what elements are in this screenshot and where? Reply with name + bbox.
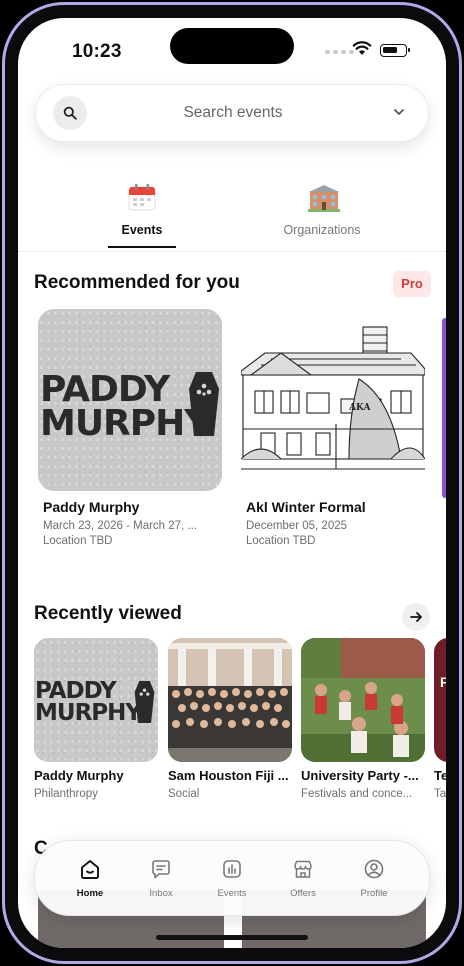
- chevron-down-icon[interactable]: [392, 105, 406, 119]
- coffin-icon: [134, 681, 155, 723]
- nav-inbox[interactable]: Inbox: [126, 841, 196, 917]
- nav-offers[interactable]: Offers: [268, 841, 338, 917]
- event-image: F: [434, 638, 446, 762]
- recent-card[interactable]: Sam Houston Fiji ... Social: [168, 638, 292, 800]
- event-title: Paddy Murphy: [43, 499, 140, 515]
- recommended-card[interactable]: AKA Akl Winter Formal December 05, 2025 …: [241, 309, 425, 547]
- party-photo: [301, 638, 425, 762]
- device: 10:23 Search events Events Organizations…: [0, 0, 464, 966]
- arrow-right-icon: [410, 612, 422, 622]
- chat-icon: [152, 860, 170, 879]
- event-date: December 05, 2025: [246, 520, 348, 532]
- chart-icon: [223, 860, 241, 878]
- see-all-button[interactable]: [402, 603, 430, 631]
- group-photo: [168, 638, 292, 762]
- nav-profile-label: Profile: [360, 888, 388, 899]
- event-category: Social: [168, 788, 200, 800]
- image-text: MURPHY: [40, 403, 210, 445]
- tab-events[interactable]: Events: [72, 178, 212, 252]
- event-category: Philanthropy: [34, 788, 98, 800]
- battery-icon: [380, 44, 410, 57]
- event-image: PADDY MURPHY: [34, 638, 158, 762]
- nav-inbox-label: Inbox: [149, 888, 173, 899]
- next-card-peek: [442, 318, 446, 498]
- pro-badge[interactable]: Pro: [393, 271, 431, 297]
- recommended-title: Recommended for you: [34, 272, 240, 293]
- image-text: F: [440, 674, 446, 690]
- coffin-icon: [189, 372, 219, 436]
- tab-organizations[interactable]: Organizations: [252, 178, 392, 252]
- store-icon: [294, 860, 312, 878]
- calendar-icon: [128, 184, 156, 211]
- app-screen: 10:23 Search events Events Organizations…: [18, 18, 446, 948]
- event-image: [168, 638, 292, 762]
- image-text: AKA: [348, 403, 371, 413]
- event-title: Sam Houston Fiji ...: [168, 768, 289, 783]
- event-location: Location TBD: [246, 535, 316, 547]
- profile-icon: [364, 859, 384, 879]
- status-time: 10:23: [72, 41, 122, 62]
- recent-card[interactable]: F Te Ta: [434, 638, 446, 800]
- search-input[interactable]: Search events: [36, 85, 430, 141]
- tab-events-label: Events: [121, 223, 163, 237]
- event-title: Te: [434, 768, 446, 783]
- nav-home-label: Home: [76, 888, 104, 899]
- wifi-icon: [352, 41, 372, 55]
- event-image: PADDY MURPHY: [38, 309, 222, 491]
- event-image: [301, 638, 425, 762]
- image-text: MURPHY: [35, 699, 142, 726]
- bottom-nav: Home Inbox Events Offers Profile: [34, 840, 430, 916]
- dynamic-island: [170, 28, 294, 64]
- nav-offers-label: Offers: [290, 888, 316, 899]
- cellular-signal-icon: [325, 50, 354, 54]
- recommended-card[interactable]: PADDY MURPHY Paddy Murphy March 23, 2026…: [38, 309, 222, 547]
- search-bar[interactable]: Search events: [35, 84, 429, 142]
- recent-card[interactable]: University Party -... Festivals and conc…: [301, 638, 425, 800]
- event-title: University Party -...: [301, 768, 419, 783]
- event-category: Ta: [434, 788, 446, 800]
- tab-bar: Events Organizations: [18, 178, 446, 252]
- nav-events[interactable]: Events: [197, 841, 267, 917]
- event-title: Akl Winter Formal: [246, 499, 366, 515]
- nav-profile[interactable]: Profile: [339, 841, 409, 917]
- event-category: Festivals and conce...: [301, 788, 413, 800]
- status-bar: 10:23: [18, 18, 446, 82]
- recently-viewed-title: Recently viewed: [34, 603, 182, 624]
- active-tab-indicator: [108, 246, 176, 248]
- nav-events-label: Events: [217, 888, 247, 899]
- home-icon: [81, 860, 99, 879]
- event-date: March 23, 2026 - March 27, ...: [43, 520, 198, 532]
- nav-home[interactable]: Home: [55, 841, 125, 917]
- home-indicator: [156, 935, 308, 940]
- event-location: Location TBD: [43, 535, 113, 547]
- building-icon: [308, 185, 340, 212]
- recent-card[interactable]: PADDY MURPHY Paddy Murphy Philanthropy: [34, 638, 158, 800]
- event-title: Paddy Murphy: [34, 768, 124, 783]
- house-sketch: AKA: [241, 326, 425, 470]
- event-image: AKA: [241, 309, 425, 491]
- image-text: PADDY: [40, 369, 170, 410]
- tab-organizations-label: Organizations: [283, 223, 361, 237]
